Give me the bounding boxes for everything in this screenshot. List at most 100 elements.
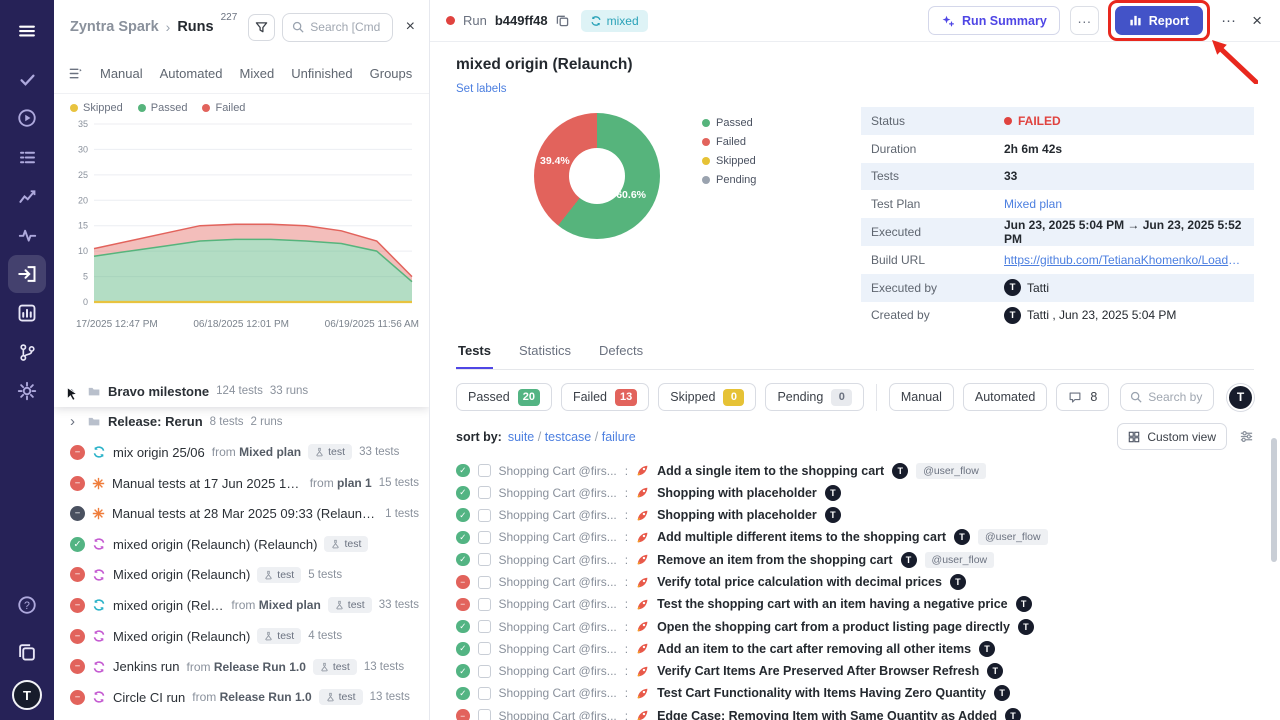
test-checkbox[interactable] <box>478 665 491 678</box>
more-button-bordered[interactable]: ··· <box>1070 6 1099 35</box>
test-row[interactable]: ✓Shopping Cart @firs...:Shopping with pl… <box>456 504 1254 526</box>
test-checkbox[interactable] <box>478 709 491 720</box>
sort-suite-link[interactable]: suite <box>508 430 534 444</box>
filter-manual[interactable]: Manual <box>889 383 954 411</box>
play-icon[interactable] <box>8 99 46 137</box>
trend-icon[interactable] <box>8 177 46 215</box>
run-row[interactable]: −mixed origin (Relaunch)from Mixed plant… <box>54 590 429 621</box>
breadcrumb-workspace[interactable]: Zyntra Spark <box>70 19 159 35</box>
test-checkbox[interactable] <box>478 642 491 655</box>
test-row[interactable]: ✓Shopping Cart @firs...:Add multiple dif… <box>456 526 1254 548</box>
test-checkbox[interactable] <box>478 509 491 522</box>
filter-passed[interactable]: Passed20 <box>456 383 552 411</box>
tests-search-input[interactable] <box>1148 390 1204 404</box>
test-checkbox[interactable] <box>478 620 491 633</box>
filter-pending[interactable]: Pending0 <box>765 383 864 411</box>
group-row[interactable]: ›Bravo milestone124 tests33 runs <box>54 376 429 407</box>
run-row[interactable]: ✓mixed origin (Relaunch) (Relaunch)test <box>54 529 429 560</box>
run-detail-panel: Run b449ff48 mixed Run Summary ··· Repor… <box>430 0 1280 720</box>
report-button[interactable]: Report <box>1115 6 1203 35</box>
run-status-icon: − <box>70 567 85 582</box>
test-plan-link[interactable]: Mixed plan <box>1004 197 1062 211</box>
close-run-button[interactable]: × <box>1252 11 1262 31</box>
set-labels-link[interactable]: Set labels <box>456 83 1254 95</box>
test-row[interactable]: ✓Shopping Cart @firs...:Shopping with pl… <box>456 482 1254 504</box>
run-row[interactable]: −Circle CI runfrom Release Run 1.0test13… <box>54 682 429 713</box>
sort-testcase-link[interactable]: testcase <box>545 430 592 444</box>
legend-item: Failed <box>202 102 245 114</box>
tests-search-box[interactable] <box>1120 383 1214 411</box>
runs-tab-unfinished[interactable]: Unfinished <box>291 66 352 81</box>
tasks-icon[interactable] <box>8 138 46 176</box>
report-icon[interactable] <box>8 294 46 332</box>
user-avatar[interactable]: T <box>12 680 42 710</box>
copy-icon[interactable] <box>556 14 569 27</box>
filter-failed[interactable]: Failed13 <box>561 383 649 411</box>
tab-statistics[interactable]: Statistics <box>517 343 573 369</box>
rocket-icon <box>636 486 649 499</box>
donut-legend: PassedFailedSkippedPending <box>702 113 756 329</box>
run-status-icon: − <box>70 506 85 521</box>
runs-list: ›Bravo milestone124 tests33 runs›Release… <box>54 376 429 720</box>
test-checkbox[interactable] <box>478 531 491 544</box>
runs-tab-automated[interactable]: Automated <box>160 66 223 81</box>
test-row[interactable]: ✓Shopping Cart @firs...:Add an item to t… <box>456 638 1254 660</box>
branch-icon[interactable] <box>8 333 46 371</box>
run-row[interactable]: −Jenkins runfrom Release Run 1.0test13 t… <box>54 651 429 682</box>
run-row[interactable]: −Mixed origin (Relaunch)test5 tests <box>54 560 429 591</box>
panel-close-button[interactable]: × <box>400 16 421 38</box>
test-row[interactable]: ✓Shopping Cart @firs...:Remove an item f… <box>456 549 1254 571</box>
test-row[interactable]: ✓Shopping Cart @firs...:Add a single ite… <box>456 459 1254 481</box>
group-row[interactable]: ›Release: Rerun8 tests2 runs <box>54 407 429 438</box>
test-row[interactable]: ✓Shopping Cart @firs...:Test Cart Functi… <box>456 682 1254 704</box>
search-box[interactable] <box>282 13 392 42</box>
help-icon[interactable]: ? <box>8 586 46 624</box>
run-row[interactable]: −Manual tests at 17 Jun 2025 10:09from p… <box>54 468 429 499</box>
test-checkbox[interactable] <box>478 464 491 477</box>
filter-skipped[interactable]: Skipped0 <box>658 383 756 411</box>
tab-defects[interactable]: Defects <box>597 343 645 369</box>
filter-automated[interactable]: Automated <box>963 383 1047 411</box>
runs-tab-manual[interactable]: Manual <box>100 66 143 81</box>
run-summary-button[interactable]: Run Summary <box>928 6 1060 35</box>
comments-filter-button[interactable]: 8 <box>1056 383 1109 411</box>
test-row[interactable]: ✓Shopping Cart @firs...:Open the shoppin… <box>456 615 1254 637</box>
run-row[interactable]: −mix origin 25/06from Mixed plantest33 t… <box>54 437 429 468</box>
test-checkbox[interactable] <box>478 576 491 589</box>
docs-icon[interactable] <box>8 633 46 671</box>
check-icon[interactable] <box>8 60 46 98</box>
test-row[interactable]: −Shopping Cart @firs...:Verify total pri… <box>456 571 1254 593</box>
rocket-icon <box>636 620 649 633</box>
test-row[interactable]: ✓Shopping Cart @firs...:Verify Cart Item… <box>456 660 1254 682</box>
tab-tests[interactable]: Tests <box>456 343 493 369</box>
menu-icon[interactable] <box>8 12 46 50</box>
donut-legend-item: Skipped <box>702 155 756 167</box>
settings-icon[interactable] <box>8 372 46 410</box>
scrollbar-thumb[interactable] <box>1271 438 1277 562</box>
cycle-icon <box>92 445 106 459</box>
test-checkbox[interactable] <box>478 598 491 611</box>
runs-tab-mixed[interactable]: Mixed <box>240 66 275 81</box>
run-entry-icon[interactable] <box>8 255 46 293</box>
search-input[interactable] <box>310 20 382 34</box>
custom-view-button[interactable]: Custom view <box>1117 423 1227 450</box>
run-overview: 39.4% 60.6% PassedFailedSkippedPending S… <box>456 107 1254 329</box>
run-row[interactable]: −Mixed origin (Relaunch)test4 tests <box>54 621 429 652</box>
test-row[interactable]: −Shopping Cart @firs...:Test the shoppin… <box>456 593 1254 615</box>
sort-failure-link[interactable]: failure <box>602 430 636 444</box>
rocket-icon <box>636 598 649 611</box>
test-checkbox[interactable] <box>478 687 491 700</box>
sliders-icon[interactable] <box>1239 429 1254 444</box>
test-checkbox[interactable] <box>478 486 491 499</box>
test-checkbox[interactable] <box>478 553 491 566</box>
more-button-plain[interactable]: ··· <box>1219 12 1238 29</box>
run-type-badge: mixed <box>581 10 648 32</box>
test-row[interactable]: −Shopping Cart @firs...:Edge Case: Remov… <box>456 705 1254 720</box>
runs-tab-groups[interactable]: Groups <box>370 66 413 81</box>
build-url-link[interactable]: https://github.com/TetianaKhomenko/Load-… <box>1004 253 1244 267</box>
run-row[interactable]: −Manual tests at 28 Mar 2025 09:33 (Rela… <box>54 498 429 529</box>
legend-item: Passed <box>138 102 188 114</box>
pulse-icon[interactable] <box>8 216 46 254</box>
filter-button[interactable] <box>248 14 275 41</box>
assignee-avatar[interactable]: T <box>1227 384 1254 411</box>
